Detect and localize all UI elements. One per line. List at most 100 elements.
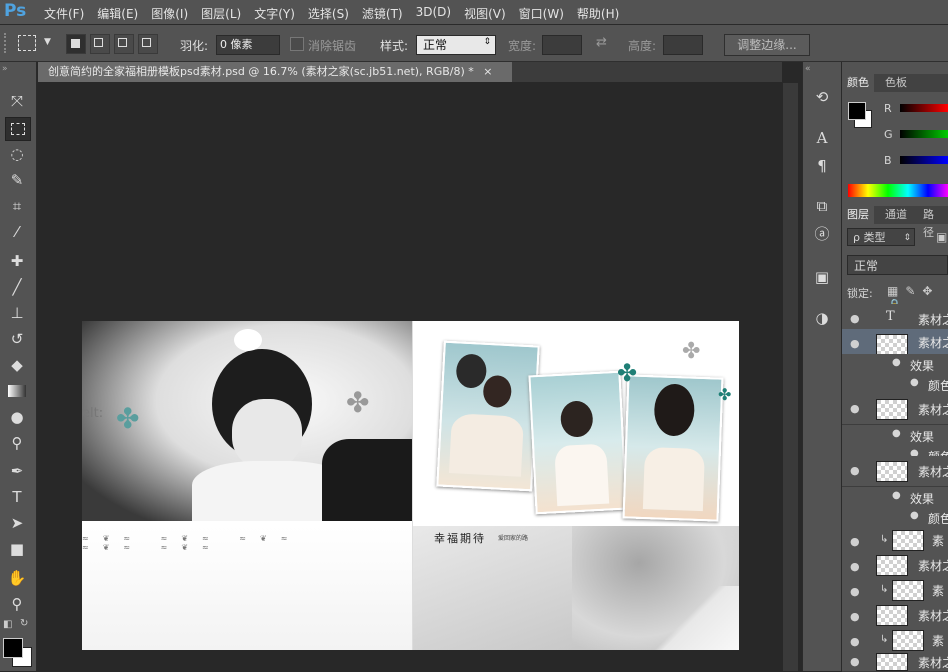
eraser-tool-icon[interactable]: ◆ — [5, 354, 29, 376]
adjustments-panel-icon[interactable]: ▣ — [812, 267, 832, 287]
menu-layer[interactable]: 图层(L) — [201, 5, 241, 22]
styles-panel-icon[interactable]: ◑ — [812, 308, 832, 328]
tab-layers[interactable]: 图层 — [842, 206, 874, 224]
eye-icon[interactable]: ● — [850, 585, 860, 598]
healing-brush-tool-icon[interactable]: ✚ — [5, 250, 29, 272]
eye-icon[interactable]: ● — [850, 635, 860, 648]
effects-row[interactable]: ● 效果 — [842, 487, 948, 507]
effect-item-row[interactable]: ● 颜色 — [842, 374, 948, 394]
menu-3d[interactable]: 3D(D) — [416, 5, 451, 22]
eye-icon[interactable]: ● — [850, 337, 860, 350]
tab-paths[interactable]: 路径 — [918, 206, 948, 239]
layer-filter-select[interactable]: ρ 类型 ⇕ — [847, 228, 915, 246]
layer-row[interactable]: ● 素材之 — [842, 552, 948, 578]
eye-icon[interactable]: ● — [910, 377, 919, 388]
eye-icon[interactable]: ● — [850, 655, 860, 668]
gradient-tool-icon[interactable] — [5, 380, 29, 402]
menu-filter[interactable]: 滤镜(T) — [362, 5, 403, 22]
eye-icon[interactable]: ● — [910, 510, 919, 521]
crop-tool-icon[interactable]: ⌗ — [5, 195, 29, 217]
eye-icon[interactable]: ● — [850, 402, 860, 415]
color-fg-swatch[interactable] — [848, 102, 866, 120]
effect-item-row[interactable]: ● 颜色 — [842, 507, 948, 527]
channel-r-slider[interactable] — [900, 104, 948, 112]
rect-marquee-tool-icon[interactable] — [5, 117, 31, 141]
menu-window[interactable]: 窗口(W) — [519, 5, 564, 22]
layer-row[interactable]: ● 素材之 — [842, 602, 948, 628]
tab-channels[interactable]: 通道 — [880, 206, 912, 224]
vertical-scrollbar[interactable] — [783, 83, 798, 671]
swap-colors-icon[interactable]: ↻ — [20, 618, 28, 629]
blur-tool-icon[interactable]: ● — [5, 406, 29, 428]
paragraph-panel-icon[interactable]: ¶ — [812, 156, 832, 176]
document-canvas[interactable]: elt: ✤ ✤ ✤ ✤ ✤ ≈❦≈ ≈❦≈ ≈❦≈ ≈❦≈ ≈❦≈ 幸福期待 … — [82, 321, 739, 650]
effects-row[interactable]: ● 效果 — [842, 425, 948, 445]
eye-icon[interactable]: ● — [850, 312, 860, 325]
eye-icon[interactable]: ● — [850, 535, 860, 548]
eye-icon[interactable]: ● — [850, 464, 860, 477]
type-tool-icon[interactable]: T — [5, 486, 29, 508]
layer-row[interactable]: ● 素材之 — [842, 394, 948, 425]
close-icon[interactable]: × — [483, 65, 492, 78]
menu-image[interactable]: 图像(I) — [151, 5, 188, 22]
hand-tool-icon[interactable]: ✋ — [5, 567, 29, 589]
collapse-icon-2[interactable]: « — [805, 64, 811, 74]
character-panel-icon[interactable]: A — [812, 128, 832, 148]
eye-icon[interactable]: ● — [850, 560, 860, 573]
eye-icon[interactable]: ● — [892, 357, 901, 368]
image-filter-icon[interactable]: ▣ — [936, 230, 947, 244]
document-tab[interactable]: 创意简约的全家福相册模板psd素材.psd @ 16.7% (素材之家(sc.j… — [38, 62, 512, 82]
menu-type[interactable]: 文字(Y) — [254, 5, 295, 22]
feather-input[interactable]: 0 像素 — [216, 35, 280, 55]
channel-g-slider[interactable] — [900, 130, 948, 138]
height-input[interactable] — [663, 35, 703, 55]
move-tool-icon[interactable]: ⤧ — [5, 90, 29, 112]
collapse-icon[interactable]: » — [2, 64, 8, 74]
tab-color[interactable]: 颜色 — [842, 74, 874, 92]
path-select-tool-icon[interactable]: ➤ — [5, 512, 29, 534]
layer-row[interactable]: ● ↳ 素 — [842, 577, 948, 603]
width-input[interactable] — [542, 35, 582, 55]
subtract-selection-button[interactable] — [114, 34, 134, 54]
history-panel-icon[interactable]: ⟲ — [812, 87, 832, 107]
layer-row[interactable]: ● 素材之 — [842, 652, 948, 672]
eye-icon[interactable]: ● — [850, 610, 860, 623]
new-selection-button[interactable] — [66, 34, 86, 54]
clone-stamp-tool-icon[interactable]: ⊥ — [5, 302, 29, 324]
lasso-tool-icon[interactable]: ◌ — [5, 143, 29, 165]
swap-icon[interactable]: ⇄ — [596, 35, 607, 50]
menu-edit[interactable]: 编辑(E) — [97, 5, 138, 22]
eye-icon[interactable]: ● — [892, 428, 901, 439]
effects-row[interactable]: ● 效果 — [842, 354, 948, 374]
layer-row[interactable]: ● ↳ 素 — [842, 627, 948, 653]
intersect-selection-button[interactable] — [138, 34, 158, 54]
layer-row[interactable]: ● ↳ 素 — [842, 527, 948, 553]
default-colors-icon[interactable]: ◧ — [3, 619, 12, 630]
antialias-checkbox[interactable] — [290, 37, 304, 51]
menu-select[interactable]: 选择(S) — [308, 5, 349, 22]
add-selection-button[interactable] — [90, 34, 110, 54]
eye-icon[interactable]: ● — [892, 490, 901, 501]
pen-tool-icon[interactable]: ✒ — [5, 460, 29, 482]
marquee-preset-icon[interactable] — [18, 35, 36, 51]
tab-swatches[interactable]: 色板 — [880, 74, 912, 92]
preset-dropdown-icon[interactable]: ▼ — [44, 37, 51, 47]
menu-help[interactable]: 帮助(H) — [577, 5, 619, 22]
refine-edge-button[interactable]: 调整边缘... — [724, 34, 810, 56]
eyedropper-tool-icon[interactable]: ⁄ — [5, 221, 29, 243]
quick-select-tool-icon[interactable]: ✎ — [5, 169, 29, 191]
foreground-color-swatch[interactable] — [3, 638, 23, 658]
menu-file[interactable]: 文件(F) — [44, 5, 84, 22]
color-spectrum[interactable] — [848, 184, 948, 197]
brush-tool-icon[interactable]: ╱ — [5, 276, 29, 298]
layer-row[interactable]: ● 素材之 — [842, 456, 948, 487]
zoom-tool-icon[interactable]: ⚲ — [5, 593, 29, 615]
channel-b-slider[interactable] — [900, 156, 948, 164]
dodge-tool-icon[interactable]: ⚲ — [5, 432, 29, 454]
layer-row[interactable]: ● 素材之 — [842, 329, 948, 355]
blend-mode-select[interactable]: 正常 — [847, 255, 948, 275]
menu-view[interactable]: 视图(V) — [464, 5, 506, 22]
clone-source-panel-icon[interactable]: ⧉ — [812, 196, 832, 216]
history-brush-tool-icon[interactable]: ↺ — [5, 328, 29, 350]
style-select[interactable]: 正常 ⇕ — [416, 35, 496, 55]
